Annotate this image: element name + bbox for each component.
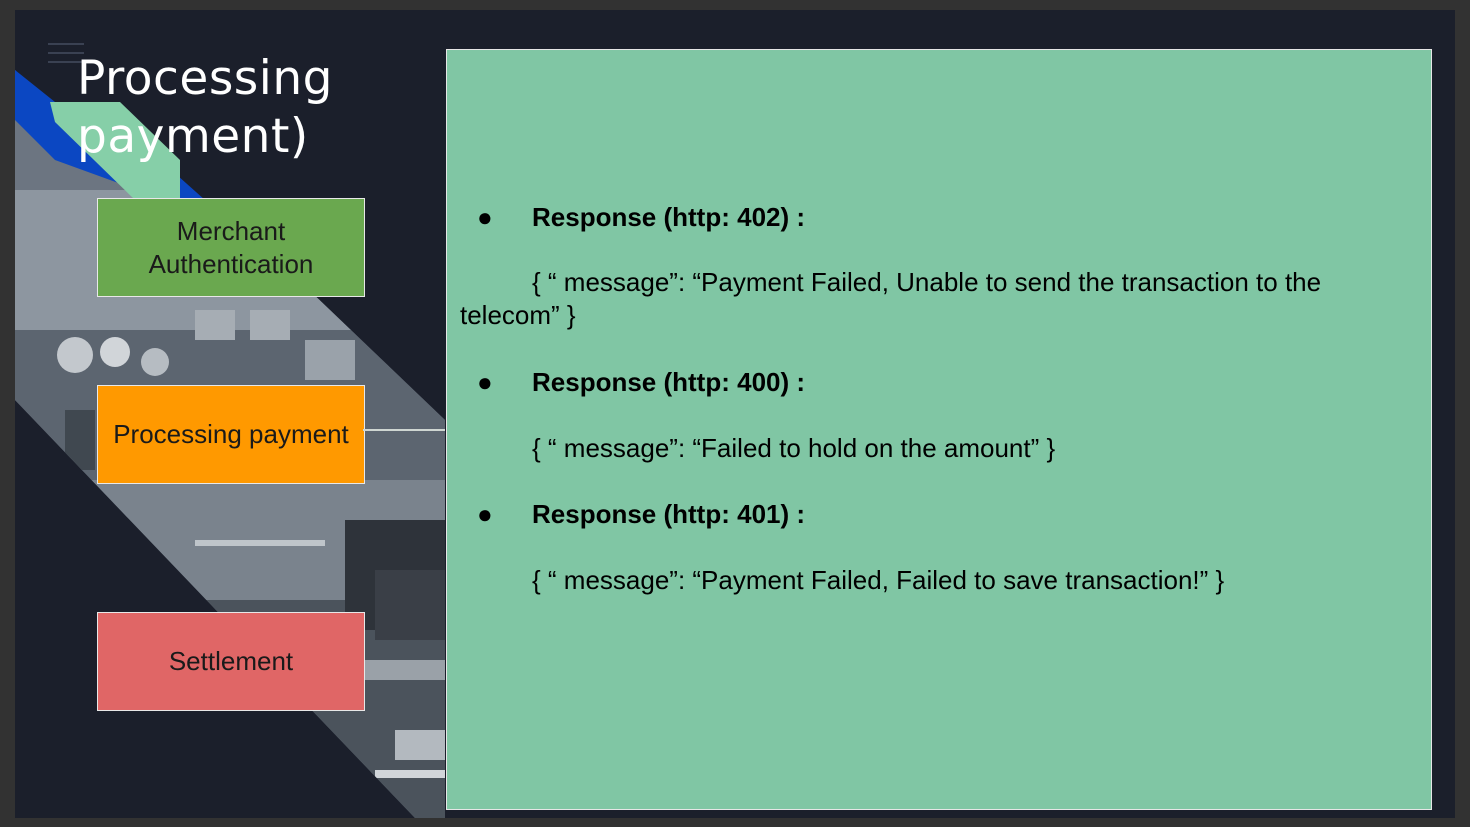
step-merchant-authentication[interactable]: Merchant Authentication — [97, 198, 365, 297]
step-settlement[interactable]: Settlement — [97, 612, 365, 711]
response-400-message: { “ message”: “Failed to hold on the amo… — [532, 433, 1056, 463]
response-400-label: Response (http: 400) : — [532, 367, 806, 397]
response-402-message: { “ message”: “Payment Failed, Unable to… — [460, 267, 1322, 330]
response-panel: ● Response (http: 402) : { “ message”: “… — [446, 49, 1432, 810]
response-401-label: Response (http: 401) : — [532, 499, 806, 529]
bullet-icon: ● — [477, 367, 493, 397]
response-401-message: { “ message”: “Payment Failed, Failed to… — [532, 565, 1225, 595]
bullet-icon: ● — [477, 499, 493, 529]
bullet-icon: ● — [477, 202, 493, 232]
connector-line — [363, 429, 445, 431]
response-402-label: Response (http: 402) : — [532, 202, 806, 232]
slide: Processing payment) Merchant Authenticat… — [15, 10, 1455, 818]
step-processing-payment[interactable]: Processing payment — [97, 385, 365, 484]
slide-title: Processing payment) — [77, 51, 333, 164]
